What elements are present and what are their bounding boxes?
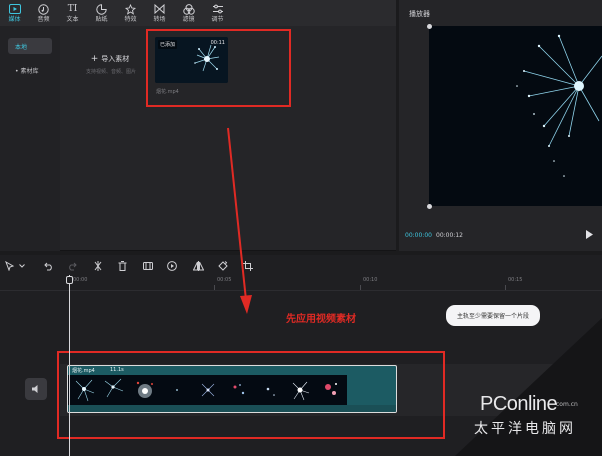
watermark-subtitle: 太平洋电脑网: [474, 421, 576, 437]
watermark-url: com.cn: [556, 401, 578, 408]
annotation-text: 先应用视频素材: [286, 314, 356, 325]
pconline-logo: PConline: [480, 393, 558, 415]
